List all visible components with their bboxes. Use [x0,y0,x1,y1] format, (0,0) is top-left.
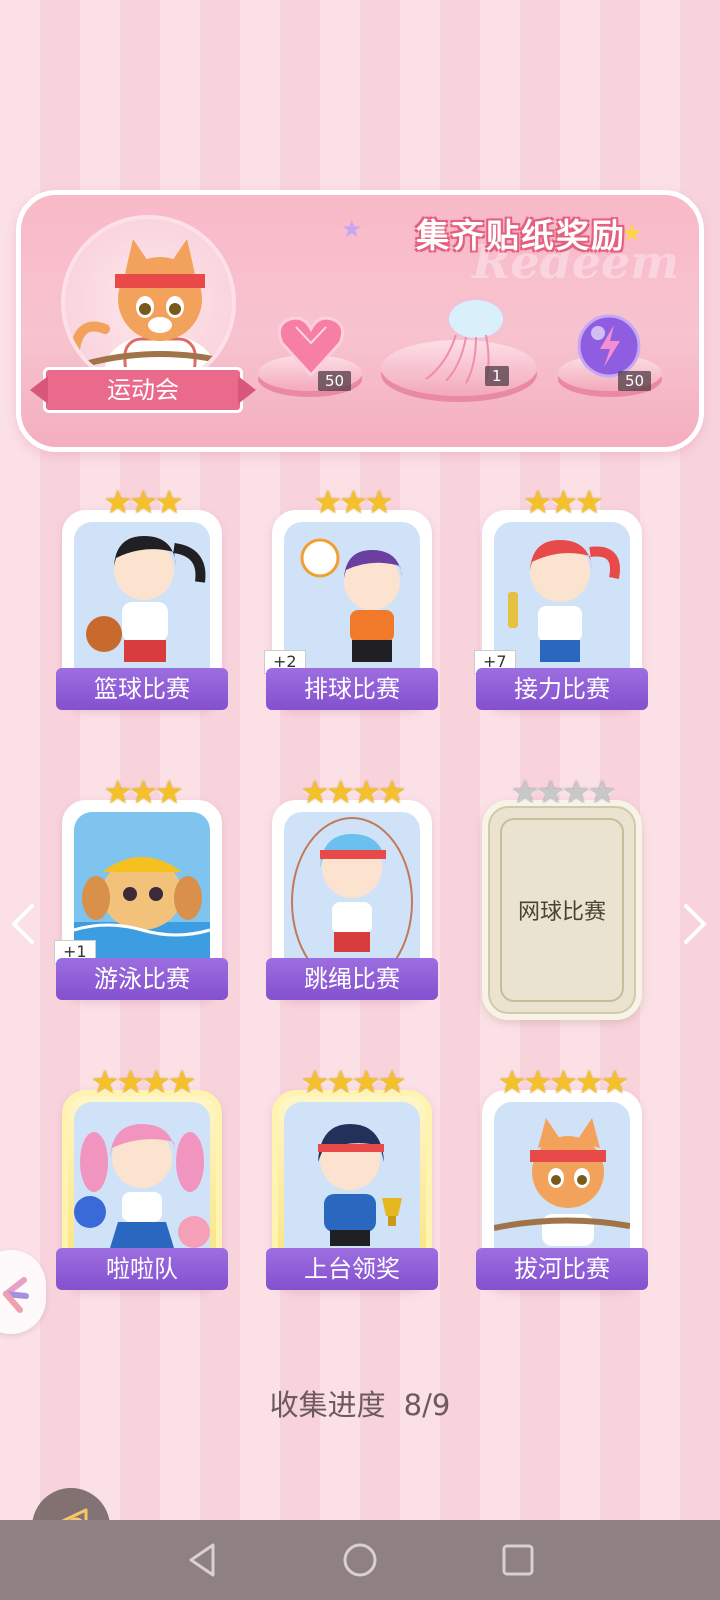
star-rating: ★★★ [313,483,393,521]
star-rating: ★★★★ [300,1063,407,1101]
card-label: 排球比赛 [266,668,438,710]
progress-value: 8/9 [403,1388,451,1422]
reward-count: 50 [618,371,652,391]
sticker-card-swimming[interactable]: ★★★ +1 游泳比赛 [54,773,228,1006]
card-label: 上台领奖 [266,1248,438,1290]
star-rating: ★★★ [523,483,603,521]
card-label: 接力比赛 [476,668,648,710]
reward-count: 1 [485,366,509,386]
star-rating: ★★★★★ [497,1063,629,1101]
reward-count: 50 [318,371,352,391]
locked-card-frame: 网球比赛 [482,800,642,1020]
next-page-arrow-icon[interactable] [680,900,710,948]
reward-banner: Redeem ★ ★ 集齐贴纸奖励 运动会 50 1 50 [16,190,704,452]
sticker-card-relay[interactable]: ★★★ +7 接力比赛 [474,483,648,716]
collection-progress: 收集进度 8/9 [0,1382,720,1424]
event-avatar[interactable] [61,215,236,390]
system-back-button[interactable] [182,1540,222,1580]
star-decoration-icon: ★ [341,215,363,243]
side-floating-menu-button[interactable] [0,1250,46,1334]
card-label: 拔河比赛 [476,1248,648,1290]
system-home-button[interactable] [340,1540,380,1580]
sticker-card-tug-of-war[interactable]: ★★★★★ 拔河比赛 [476,1064,648,1296]
sticker-card-award-ceremony[interactable]: ★★★★ 上台领奖 [266,1064,438,1296]
system-navigation-bar [0,1520,720,1600]
sticker-card-tennis-locked[interactable]: 网球比赛 ★★★★ [476,773,648,1020]
progress-label: 收集进度 [269,1388,386,1422]
star-rating-empty: ★★★★ [510,773,617,811]
star-rating: ★★★ [103,773,183,811]
star-rating: ★★★★ [90,1063,197,1101]
flower-menu-icon [3,1277,29,1313]
banner-title: 集齐贴纸奖励 [416,216,626,255]
recents-square-icon [502,1544,534,1576]
star-rating: ★★★★ [300,773,407,811]
card-label: 啦啦队 [56,1248,228,1290]
sticker-card-basketball[interactable]: ★★★ 篮球比赛 [56,484,228,716]
tabby-cat-mascot-icon [70,239,232,386]
card-label: 游泳比赛 [56,958,228,1000]
event-name-ribbon: 运动会 [43,367,243,413]
card-label: 跳绳比赛 [266,958,438,1000]
card-label: 篮球比赛 [56,668,228,710]
previous-page-arrow-icon[interactable] [8,900,38,948]
system-recents-button[interactable] [498,1540,538,1580]
sticker-card-cheerleading[interactable]: ★★★★ 啦啦队 [56,1064,228,1296]
sticker-card-jump-rope[interactable]: ★★★★ 跳绳比赛 [266,774,438,1006]
home-circle-icon [343,1543,377,1577]
back-icon [189,1543,215,1577]
star-rating: ★★★ [103,483,183,521]
locked-card-label: 网球比赛 [500,818,624,1002]
sticker-card-volleyball[interactable]: ★★★ +2 排球比赛 [264,483,438,716]
